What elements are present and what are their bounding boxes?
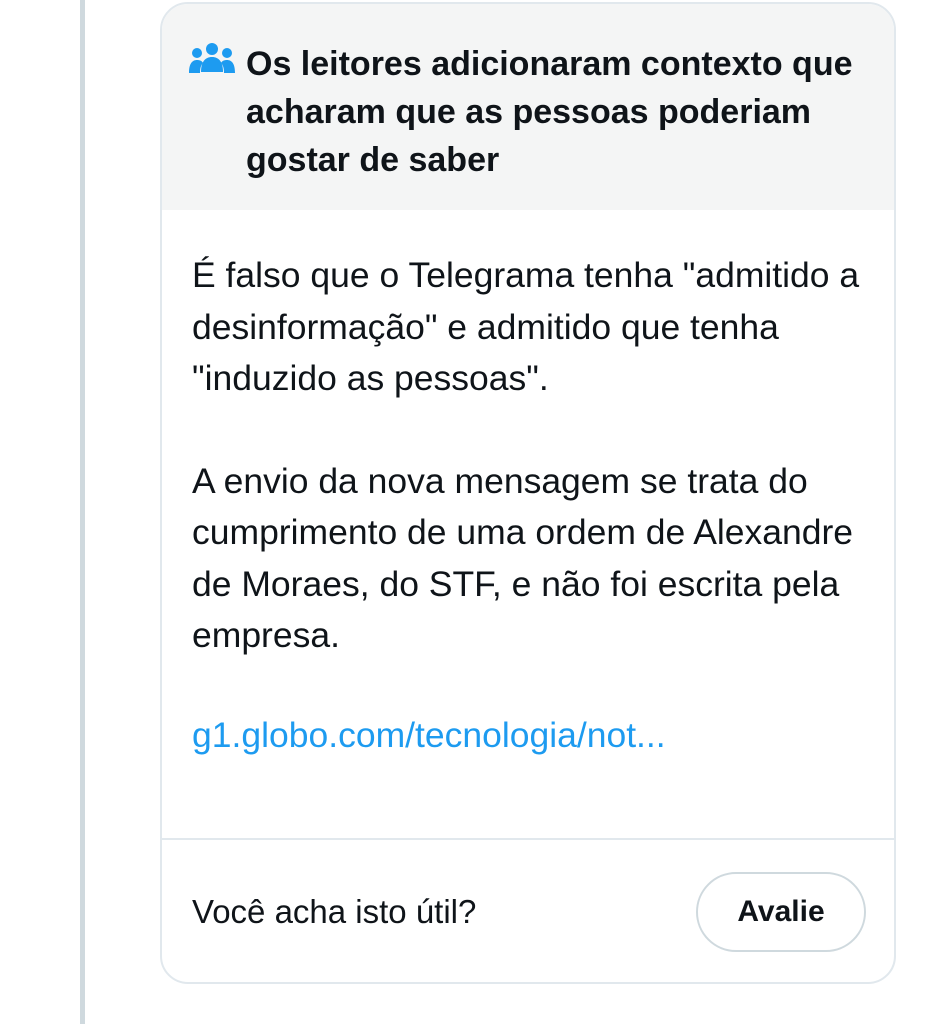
source-link[interactable]: g1.globo.com/tecnologia/not... [192,710,666,762]
note-footer: Você acha isto útil? Avalie [162,840,894,982]
note-title: Os leitores adicionaram contexto que ach… [246,45,853,179]
people-icon [189,43,235,73]
page: Os leitores adicionaram contexto que ach… [0,0,930,1024]
note-body: É falso que o Telegrama tenha "admitido … [162,210,894,838]
thread-line [80,0,85,1024]
community-note-card: Os leitores adicionaram contexto que ach… [160,2,896,984]
helpful-question: Você acha isto útil? [192,893,477,930]
rate-button[interactable]: Avalie [696,872,866,952]
note-header: Os leitores adicionaram contexto que ach… [162,4,894,210]
note-paragraph-2: A envio da nova mensagem se trata do cum… [192,460,854,656]
note-paragraph-1: É falso que o Telegrama tenha "admitido … [192,255,860,398]
